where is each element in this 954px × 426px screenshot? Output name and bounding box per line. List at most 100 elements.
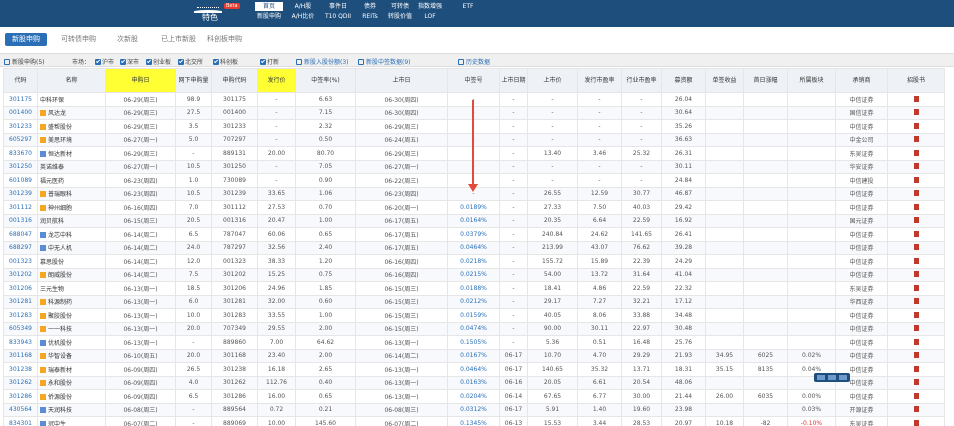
stock-name[interactable]: 美思环境 bbox=[37, 132, 106, 147]
table-row[interactable]: 833943 优机股份 06-13(周一) -889860 7.00 64.62 06-13… bbox=[3, 335, 945, 350]
stock-code[interactable]: 605297 bbox=[3, 132, 38, 147]
column-header[interactable]: 募资额 bbox=[661, 68, 706, 93]
stock-code[interactable]: 301112 bbox=[3, 200, 38, 215]
column-header[interactable]: 网下申购量 bbox=[175, 68, 212, 93]
pdf-icon[interactable] bbox=[913, 109, 919, 116]
pdf-icon[interactable] bbox=[913, 338, 919, 345]
link-history[interactable]: 历史数据 bbox=[458, 57, 490, 66]
filter-sh[interactable]: 沪市 bbox=[95, 57, 114, 66]
stock-name[interactable]: 中无人机 bbox=[37, 240, 106, 255]
tab-listed[interactable]: 已上市新股 bbox=[161, 33, 196, 46]
table-row[interactable]: 430564 天润科技 06-08(周三) -889564 0.72 0.21 06-08(… bbox=[3, 402, 945, 417]
pdf-icon[interactable] bbox=[913, 190, 919, 197]
pdf-icon[interactable] bbox=[913, 95, 919, 102]
pdf-icon[interactable] bbox=[913, 163, 919, 170]
pdf-icon[interactable] bbox=[913, 392, 919, 399]
filter-gem[interactable]: 创业板 bbox=[146, 57, 171, 66]
nav-sub-item-2[interactable]: T10 QDII bbox=[324, 12, 352, 21]
table-row[interactable]: 301168 华智设备 06-10(周五) 20.0 301168 23.40 2.00 06… bbox=[3, 348, 945, 363]
nav-sub-item-4[interactable]: 转股价值 bbox=[386, 12, 414, 21]
pdf-icon[interactable] bbox=[913, 406, 919, 413]
filter-bse[interactable]: 北交所 bbox=[178, 57, 203, 66]
prospectus-cell[interactable] bbox=[887, 132, 945, 147]
table-row[interactable]: 001400 风达龙 06-29(周三) 27.5 001400-7.15 06-30(周… bbox=[3, 105, 945, 120]
column-header[interactable]: 上市日期 bbox=[499, 68, 528, 93]
nav-sub-item-1[interactable]: A/H比价 bbox=[289, 12, 317, 21]
stock-name[interactable]: 科源制药 bbox=[37, 294, 106, 309]
stock-name[interactable]: 优机股份 bbox=[37, 335, 106, 350]
column-header[interactable]: 承销商 bbox=[835, 68, 888, 93]
stock-name[interactable]: 慕思股份 bbox=[37, 254, 106, 269]
stock-code[interactable]: 301168 bbox=[3, 348, 38, 363]
stock-code[interactable]: 688297 bbox=[3, 240, 38, 255]
prospectus-cell[interactable] bbox=[887, 348, 945, 363]
prospectus-cell[interactable] bbox=[887, 375, 945, 390]
stock-name[interactable]: 英诺维泰 bbox=[37, 159, 106, 174]
nav-item-3[interactable]: 债券 bbox=[356, 2, 384, 11]
table-row[interactable]: 301250 英诺维泰 06-27(周一) 10.5 301250-7.05 06-27(… bbox=[3, 159, 945, 174]
stock-name[interactable]: 福元医药 bbox=[37, 173, 106, 188]
stock-code[interactable]: 833670 bbox=[3, 146, 38, 161]
link-share-quota[interactable]: 新股入股份额(3) bbox=[296, 57, 349, 66]
stock-code[interactable]: 001400 bbox=[3, 105, 38, 120]
prospectus-cell[interactable] bbox=[887, 146, 945, 161]
pdf-icon[interactable] bbox=[913, 352, 919, 359]
tab-star-market[interactable]: 科创板申购 bbox=[207, 33, 242, 46]
mini-button-icon[interactable] bbox=[828, 375, 836, 380]
table-row[interactable]: 605297 美思环境 06-27(周一) 5.0 707297-0.50 06-24(周… bbox=[3, 132, 945, 147]
stock-name[interactable]: 恒达新材 bbox=[37, 146, 106, 161]
nav-item-2[interactable]: 事件日 bbox=[324, 2, 352, 11]
prospectus-cell[interactable] bbox=[887, 213, 945, 228]
prospectus-cell[interactable] bbox=[887, 362, 945, 377]
stock-name[interactable]: 润贝航科 bbox=[37, 213, 106, 228]
table-row[interactable]: 301202 朗威股份 06-14(周二) 7.5 301202 15.25 0.75 06-… bbox=[3, 267, 945, 282]
column-header[interactable]: 发行市盈率 bbox=[577, 68, 622, 93]
column-header[interactable]: 代码 bbox=[3, 68, 38, 93]
prospectus-cell[interactable] bbox=[887, 281, 945, 296]
column-header[interactable]: 中签率(%) bbox=[295, 68, 356, 93]
stock-name[interactable]: 侨源股份 bbox=[37, 389, 106, 404]
prospectus-cell[interactable] bbox=[887, 186, 945, 201]
pdf-icon[interactable] bbox=[913, 311, 919, 318]
prospectus-cell[interactable] bbox=[887, 240, 945, 255]
stock-name[interactable]: 三元生物 bbox=[37, 281, 106, 296]
column-header[interactable]: 上市价 bbox=[527, 68, 578, 93]
table-row[interactable]: 301283 聚胶股份 06-13(周一) 10.0 301283 33.55 1.00 06… bbox=[3, 308, 945, 323]
stock-code[interactable]: 833943 bbox=[3, 335, 38, 350]
stock-code[interactable]: 301286 bbox=[3, 389, 38, 404]
nav-item-1[interactable]: A/H股 bbox=[289, 2, 317, 11]
mini-button-icon[interactable] bbox=[839, 375, 847, 380]
stock-name[interactable]: 朗威股份 bbox=[37, 267, 106, 282]
table-row[interactable]: 301233 盛帮股份 06-29(周三) 3.5 301233-2.32 06-29(周… bbox=[3, 119, 945, 134]
pdf-icon[interactable] bbox=[913, 136, 919, 143]
column-header[interactable]: 单签收益 bbox=[705, 68, 744, 93]
table-row[interactable]: 688297 中无人机 06-14(周二) 24.0 787297 32.56 2.40 06… bbox=[3, 240, 945, 255]
prospectus-cell[interactable] bbox=[887, 227, 945, 242]
show-all-toggle[interactable]: 新股申购(5) bbox=[4, 57, 45, 66]
pdf-icon[interactable] bbox=[913, 365, 919, 372]
stock-name[interactable]: 天润科技 bbox=[37, 402, 106, 417]
stock-name[interactable]: 永和股份 bbox=[37, 375, 106, 390]
pdf-icon[interactable] bbox=[913, 257, 919, 264]
stock-code[interactable]: 601089 bbox=[3, 173, 38, 188]
table-row[interactable]: 301206 三元生物 06-13(周一) 18.5 301206 24.96 1.85 06… bbox=[3, 281, 945, 296]
mini-button-icon[interactable] bbox=[817, 375, 825, 380]
prospectus-cell[interactable] bbox=[887, 402, 945, 417]
pdf-icon[interactable] bbox=[913, 379, 919, 386]
column-header[interactable]: 上市日 bbox=[355, 68, 448, 93]
pdf-icon[interactable] bbox=[913, 271, 919, 278]
stock-code[interactable]: 688047 bbox=[3, 227, 38, 242]
stock-name[interactable]: 普瑞眼科 bbox=[37, 186, 106, 201]
stock-code[interactable]: 301202 bbox=[3, 267, 38, 282]
column-header[interactable]: 中签号 bbox=[447, 68, 500, 93]
stock-code[interactable]: 001323 bbox=[3, 254, 38, 269]
prospectus-cell[interactable] bbox=[887, 335, 945, 350]
stock-name[interactable]: 风达龙 bbox=[37, 105, 106, 120]
column-header[interactable]: 所属板块 bbox=[787, 68, 836, 93]
prospectus-cell[interactable] bbox=[887, 294, 945, 309]
stock-code[interactable]: 301206 bbox=[3, 281, 38, 296]
table-row[interactable]: 301175 中科环保 06-29(周三) 98.9 301175-6.63 06-30(… bbox=[3, 92, 945, 107]
pdf-icon[interactable] bbox=[913, 122, 919, 129]
nav-sub-item-5[interactable]: LOF bbox=[416, 12, 444, 21]
prospectus-cell[interactable] bbox=[887, 308, 945, 323]
